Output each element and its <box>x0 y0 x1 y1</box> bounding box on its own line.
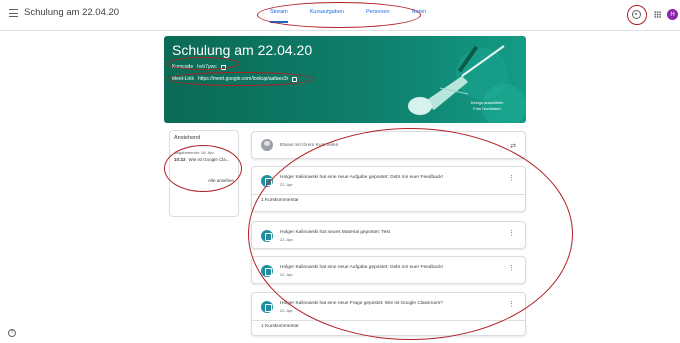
annotation-ellipse-upcoming <box>164 145 242 192</box>
top-divider <box>0 30 680 31</box>
user-avatar-icon <box>261 139 273 151</box>
question-icon <box>261 301 273 313</box>
annotation-ellipse-meet-link <box>167 72 314 86</box>
apps-grid-icon[interactable] <box>654 11 661 18</box>
help-icon[interactable]: ? <box>8 329 16 337</box>
banner-theme-actions: Design auswählen Foto hochladen <box>464 100 510 112</box>
upcoming-title: Anstehend <box>174 135 201 141</box>
annotation-ellipse-stream <box>248 128 573 340</box>
course-title[interactable]: Schulung am 22.04.20 <box>24 7 119 18</box>
post-comment-count[interactable]: 1 Kurskommentar <box>261 324 299 329</box>
repost-icon[interactable]: ⇄ <box>510 142 516 150</box>
banner-title: Schulung am 22.04.20 <box>172 42 313 58</box>
annotation-ellipse-settings <box>627 5 647 25</box>
avatar[interactable]: H <box>667 9 678 20</box>
annotation-ellipse-tabs <box>257 2 421 28</box>
top-app-bar: Schulung am 22.04.20 Stream Kursaufgaben… <box>0 0 680 30</box>
annotation-ellipse-class-code <box>167 57 240 70</box>
post-date: 22. Apr. <box>280 308 294 313</box>
upload-photo-link[interactable]: Foto hochladen <box>464 106 510 112</box>
menu-icon[interactable] <box>9 9 18 17</box>
